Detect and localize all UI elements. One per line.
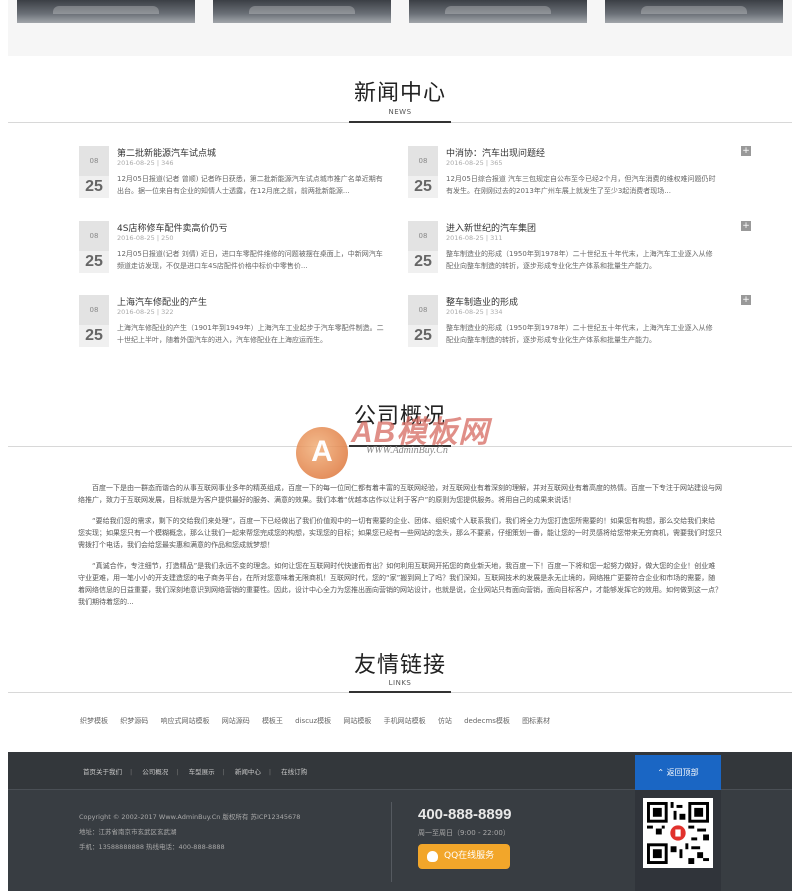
friend-link[interactable]: 模板王: [262, 717, 283, 725]
news-desc: 上海汽车修配业的产生（1901年到1949年）上海汽车工业起步于汽车零配件制造。…: [117, 324, 384, 344]
watermark: A AB模板网 WWW.AdminBuy.Cn: [296, 405, 516, 480]
news-item[interactable]: 08 25 第二批新能源汽车试点城 2016-08-25 | 346 12月05…: [79, 146, 422, 208]
friend-link[interactable]: 仿站: [438, 717, 452, 725]
plus-icon[interactable]: +: [741, 295, 751, 305]
footer-nav-item[interactable]: 首页关于我们: [83, 768, 122, 776]
news-item[interactable]: 08 25 整车制造业的形成 2016-08-25 | 334 整车制造业的形成…: [408, 295, 751, 357]
news-title[interactable]: 进入新世纪的汽车集团: [446, 221, 536, 234]
date-box: 08 25: [79, 146, 109, 198]
product-thumbnail[interactable]: [409, 0, 587, 23]
news-day: 25: [85, 178, 103, 195]
overview-paragraph: “真诚合作，专注细节，打造精品”是我们永远不变的理念。如何让您在互联网时代快速而…: [78, 562, 722, 606]
news-title[interactable]: 中消协：汽车出现问题经: [446, 146, 545, 159]
overview-paragraph: 百度一下是由一群态而谐合的从事互联网事业多年的精英组成，百度一下的每一位同仁都有…: [78, 484, 722, 504]
qr-code: [643, 798, 713, 868]
divider-accent: [349, 691, 451, 693]
plus-icon[interactable]: +: [741, 221, 751, 231]
qr-panel: [635, 790, 721, 891]
news-month: 08: [408, 295, 438, 325]
overview-text: 百度一下是由一群态而谐合的从事互联网事业多年的精英组成，百度一下的每一位同仁都有…: [78, 482, 722, 617]
footer-nav-item[interactable]: 车型展示: [189, 768, 215, 776]
date-box: 08 25: [79, 221, 109, 273]
footer: 首页关于我们 | 公司概况 | 车型展示 | 新闻中心 | 在线订购 ⌃ 返回顶部 Co…: [8, 752, 792, 891]
news-section-subtitle: NEWS: [388, 108, 412, 116]
product-thumbnail[interactable]: [17, 0, 195, 23]
friend-link[interactable]: 手机网站模板: [384, 717, 426, 725]
news-desc: 整车制造业的形成（1950年到1978年）二十世纪五十年代末，上海汽车工业逐入从…: [446, 324, 713, 344]
friend-link[interactable]: discuz模板: [295, 717, 331, 725]
news-title[interactable]: 4S店称修车配件卖高价仍亏: [117, 221, 227, 234]
friend-links: 织梦模板 织梦源码 响应式网站模板 网站源码 模板王 discuz模板 网站模板…: [80, 716, 730, 726]
date-box: 08 25: [408, 295, 438, 347]
news-title[interactable]: 整车制造业的形成: [446, 295, 518, 308]
watermark-url: WWW.AdminBuy.Cn: [366, 445, 448, 456]
chevron-up-icon: ⌃: [657, 768, 667, 777]
back-to-top-button[interactable]: ⌃ 返回顶部: [635, 755, 721, 790]
product-strip: [8, 0, 792, 56]
qq-icon: [427, 851, 438, 862]
news-month: 08: [79, 295, 109, 325]
footer-info: Copyright © 2002-2017 Www.AdminBuy.Cn 版权…: [79, 810, 300, 855]
news-item[interactable]: 08 25 4S店称修车配件卖高价仍亏 2016-08-25 | 250 12月…: [79, 221, 422, 283]
date-box: 08 25: [79, 295, 109, 347]
news-day: 25: [414, 178, 432, 195]
news-meta: 2016-08-25 | 250: [117, 234, 174, 242]
news-meta: 2016-08-25 | 334: [446, 308, 503, 316]
service-hours: 周一至周日（9:00 - 22:00）: [418, 829, 510, 837]
links-section-title: 友情链接: [353, 653, 446, 678]
news-section-title: 新闻中心: [353, 81, 446, 106]
divider-accent: [349, 121, 451, 123]
news-title[interactable]: 第二批新能源汽车试点城: [117, 146, 216, 159]
links-section-subtitle: LINKS: [388, 679, 412, 687]
news-item[interactable]: 08 25 进入新世纪的汽车集团 2016-08-25 | 311 整车制造业的…: [408, 221, 751, 283]
friend-link[interactable]: 网站源码: [222, 717, 250, 725]
news-desc: 12月05日报道(记者 曾顺) 记者昨日获悉，第二批新能源汽车试点城市推广名单近…: [117, 175, 383, 195]
product-thumbnail[interactable]: [605, 0, 783, 23]
news-day: 25: [85, 327, 103, 344]
copyright: Copyright © 2002-2017 Www.AdminBuy.Cn 版权…: [79, 813, 301, 821]
news-day: 25: [85, 253, 103, 270]
date-box: 08 25: [408, 221, 438, 273]
date-box: 08 25: [408, 146, 438, 198]
footer-nav-item[interactable]: 公司概况: [142, 768, 168, 776]
friend-link[interactable]: 织梦源码: [120, 717, 148, 725]
address: 地址：江苏省南京市玄武区玄武湖: [79, 828, 177, 836]
news-meta: 2016-08-25 | 346: [117, 159, 174, 167]
overview-paragraph: “要给我们您的需求，剩下的交给我们来处理”，百度一下已经做出了我们价值观中的一切…: [78, 517, 722, 549]
news-meta: 2016-08-25 | 322: [117, 308, 174, 316]
friend-link[interactable]: 网站模板: [343, 717, 371, 725]
news-month: 08: [408, 146, 438, 176]
product-thumbnail[interactable]: [213, 0, 391, 23]
news-desc: 整车制造业的形成（1950年到1978年）二十世纪五十年代末，上海汽车工业逐入从…: [446, 250, 713, 270]
news-meta: 2016-08-25 | 365: [446, 159, 503, 167]
friend-link[interactable]: 图标素材: [522, 717, 550, 725]
watermark-logo: A: [296, 427, 348, 479]
news-day: 25: [414, 327, 432, 344]
news-meta: 2016-08-25 | 311: [446, 234, 503, 242]
news-title[interactable]: 上海汽车修配业的产生: [117, 295, 207, 308]
news-month: 08: [408, 221, 438, 251]
contact: 手机：13588888888 热线电话：400-888-8888: [79, 843, 225, 851]
friend-link[interactable]: 织梦模板: [80, 717, 108, 725]
qr-code-graphic: [647, 802, 709, 864]
news-desc: 12月05日综合报道 汽车三包规定自公布至今已经2个月，但汽车消费的维权难问题仍…: [446, 175, 716, 195]
qq-service-label: QQ在线服务: [444, 851, 495, 861]
plus-icon[interactable]: +: [741, 146, 751, 156]
footer-nav-item[interactable]: 新闻中心: [235, 768, 261, 776]
friend-link[interactable]: 响应式网站模板: [160, 717, 209, 725]
news-desc: 12月05日报道(记者 刘倩) 近日，进口车零配件维修的问题被摆在桌面上，中新网…: [117, 250, 383, 270]
news-month: 08: [79, 146, 109, 176]
hotline-number: 400-888-8899: [418, 806, 512, 823]
news-month: 08: [79, 221, 109, 251]
qq-service-button[interactable]: QQ在线服务: [418, 844, 510, 869]
divider: [391, 802, 392, 882]
friend-link[interactable]: dedecms模板: [464, 717, 510, 725]
news-item[interactable]: 08 25 上海汽车修配业的产生 2016-08-25 | 322 上海汽车修配…: [79, 295, 422, 357]
news-item[interactable]: 08 25 中消协：汽车出现问题经 2016-08-25 | 365 12月05…: [408, 146, 751, 208]
news-day: 25: [414, 253, 432, 270]
footer-nav: 首页关于我们 | 公司概况 | 车型展示 | 新闻中心 | 在线订购 ⌃ 返回顶部: [8, 752, 792, 790]
footer-nav-item[interactable]: 在线订购: [281, 768, 307, 776]
